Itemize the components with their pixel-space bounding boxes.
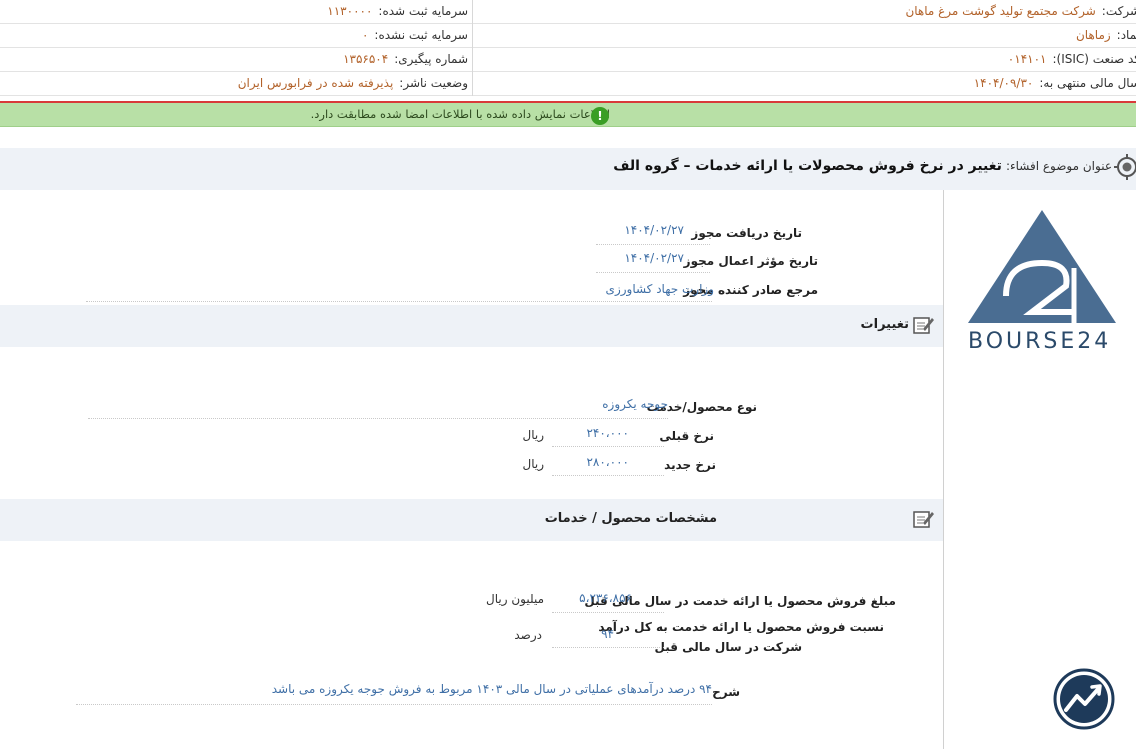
receive-date-value: ۱۴۰۴/۰۲/۲۷ [624, 223, 684, 237]
prev-rate-unit: ریال [522, 428, 544, 442]
edit-icon [913, 511, 934, 528]
subject-band: عنوان موضوع افشاء:تغییر در نرخ فروش محصو… [0, 148, 1136, 190]
company-value: شرکت مجتمع تولید گوشت مرغ ماهان [905, 4, 1096, 18]
column-divider [472, 72, 473, 96]
new-rate-unit: ریال [522, 457, 544, 471]
info-row-symbol: نماد: زماهان سرمایه ثبت نشده: ۰ [0, 24, 1136, 48]
info-row-fiscal: سال مالی منتهی به: ۱۴۰۴/۰۹/۳۰ وضعیت ناشر:… [0, 72, 1136, 96]
field-underline [76, 704, 712, 705]
sales-amount-unit: میلیون ریال [486, 592, 544, 606]
company-label: شرکت: [1101, 4, 1136, 18]
isic-label: کد صنعت (ISIC): [1052, 52, 1136, 66]
specs-section-header: مشخصات محصول / خدمات [0, 499, 943, 541]
info-row-isic: کد صنعت (ISIC): ۰۱۴۱۰۱ شماره پیگیری: ۱۳۵۶۵… [0, 48, 1136, 72]
receive-date-label: تاریخ دریافت مجوز [691, 226, 802, 240]
isic-value: ۰۱۴۱۰۱ [1007, 52, 1047, 66]
notice-message: اطلاعات نمایش داده شده با اطلاعات امضا ش… [310, 107, 610, 121]
publisher-status-value: پذیرفته شده در فرابورس ایران [237, 76, 394, 90]
tracking-cell: شماره پیگیری: ۱۳۵۶۵۰۴ [343, 52, 468, 66]
company-cell: شرکت: شرکت مجتمع تولید گوشت مرغ ماهان [905, 4, 1136, 18]
target-icon [1114, 154, 1136, 180]
field-underline [552, 612, 664, 613]
symbol-value: زماهان [1075, 28, 1111, 42]
field-underline [596, 244, 710, 245]
new-rate-label: نرخ جدید [664, 458, 716, 472]
registered-capital-label: سرمایه ثبت شده: [378, 4, 468, 18]
sales-amount-value: ۵،۲۳۶،۸۵۶ [579, 591, 632, 605]
logo-wordmark: BOURSE24 [968, 329, 1112, 354]
info-row-company: شرکت: شرکت مجتمع تولید گوشت مرغ ماهان سرم… [0, 0, 1136, 24]
registered-capital-cell: سرمایه ثبت شده: ۱۱۳۰۰۰۰ [327, 4, 468, 18]
column-divider [472, 24, 473, 48]
prev-rate-label: نرخ قبلی [659, 429, 714, 443]
verification-notice: اطلاعات نمایش داده شده با اطلاعات امضا ش… [0, 103, 1136, 127]
new-rate-value: ۲۸۰،۰۰۰ [586, 455, 629, 469]
ratio-value: ۹۴ [601, 627, 614, 641]
issuer-value: وزارت جهاد کشاورزی [605, 282, 714, 296]
changes-section-header: تغییرات [0, 305, 943, 347]
edit-icon [913, 317, 934, 334]
field-underline [86, 301, 712, 302]
specs-title: مشخصات محصول / خدمات [544, 511, 717, 526]
field-underline [88, 418, 668, 419]
subject-title: عنوان موضوع افشاء:تغییر در نرخ فروش محصو… [613, 158, 1112, 174]
product-type-value: جوجه یکروزه [602, 397, 668, 411]
column-divider [472, 0, 473, 24]
description-label: شرح [712, 685, 740, 699]
field-underline [596, 272, 710, 273]
unregistered-capital-cell: سرمایه ثبت نشده: ۰ [362, 28, 468, 42]
tracking-value: ۱۳۵۶۵۰۴ [343, 52, 389, 66]
isic-cell: کد صنعت (ISIC): ۰۱۴۱۰۱ [1008, 52, 1136, 66]
info-icon: ! [591, 107, 609, 125]
prev-rate-value: ۲۴۰،۰۰۰ [586, 426, 629, 440]
publisher-status-cell: وضعیت ناشر: پذیرفته شده در فرابورس ایران [238, 76, 468, 90]
field-underline [552, 647, 664, 648]
ratio-label-line1: نسبت فروش محصول یا ارائه خدمت به کل درآم… [598, 620, 884, 634]
changes-title: تغییرات [860, 317, 909, 332]
field-underline [552, 475, 664, 476]
field-underline [552, 446, 664, 447]
symbol-label: نماد: [1116, 28, 1136, 42]
description-value: ۹۴ درصد درآمدهای عملیاتی در سال مالی ۱۴۰… [271, 682, 712, 696]
content-separator [943, 190, 944, 749]
subject-value: تغییر در نرخ فروش محصولات یا ارائه خدمات… [613, 158, 1002, 174]
subject-label: عنوان موضوع افشاء: [1005, 159, 1112, 173]
fiscal-year-cell: سال مالی منتهی به: ۱۴۰۴/۰۹/۳۰ [974, 76, 1136, 90]
publisher-status-label: وضعیت ناشر: [399, 76, 468, 90]
trend-chart-icon[interactable] [1053, 668, 1115, 730]
effective-date-label: تاریخ مؤثر اعمال مجوز [683, 254, 818, 268]
unregistered-capital-label: سرمایه ثبت نشده: [374, 28, 468, 42]
fiscal-year-label: سال مالی منتهی به: [1039, 76, 1136, 90]
registered-capital-value: ۱۱۳۰۰۰۰ [327, 4, 373, 18]
column-divider [472, 48, 473, 72]
effective-date-value: ۱۴۰۴/۰۲/۲۷ [624, 251, 684, 265]
ratio-label-line2: شرکت در سال مالی قبل [654, 640, 803, 654]
symbol-cell: نماد: زماهان [1076, 28, 1136, 42]
unregistered-capital-value: ۰ [361, 28, 369, 42]
tracking-label: شماره پیگیری: [394, 52, 468, 66]
ratio-unit: درصد [514, 628, 542, 642]
fiscal-year-value: ۱۴۰۴/۰۹/۳۰ [973, 76, 1034, 90]
